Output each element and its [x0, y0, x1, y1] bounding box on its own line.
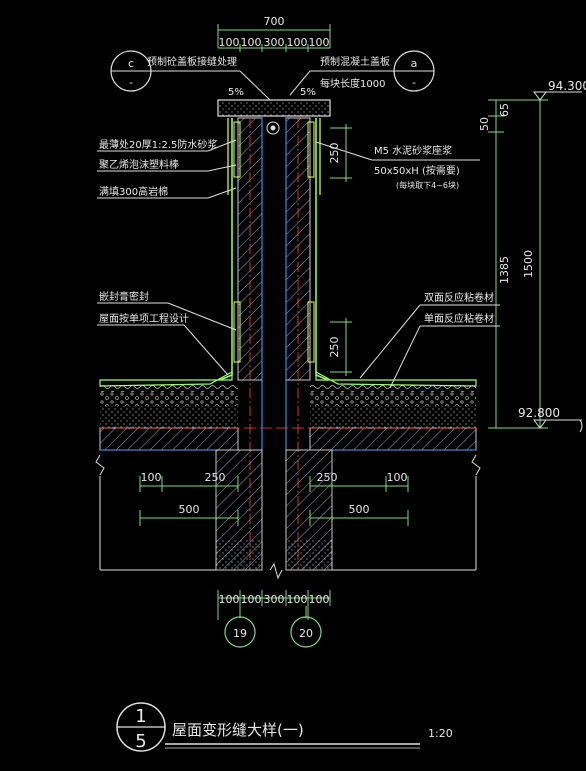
- dim-left-250: 250: [205, 471, 226, 484]
- dim-left-100: 100: [141, 471, 162, 484]
- label-foam-rod: 聚乙烯泡沫塑料棒: [99, 158, 179, 171]
- right-leaders: [315, 141, 500, 389]
- dim-top-300: 300: [264, 36, 285, 49]
- label-block-size: 50x50xH (按需要): [374, 164, 460, 177]
- cover-slab: 5% 5%: [217, 87, 331, 135]
- label-rock-wool: 满填300高岩棉: [99, 185, 168, 198]
- label-mortar-layer: 最薄处20厚1:2.5防水砂浆: [99, 138, 217, 151]
- dim-1385: 1385: [498, 256, 511, 284]
- label-m5-mortar: M5 水泥砂浆座浆: [374, 144, 452, 157]
- dim-bottom-300: 300: [264, 593, 285, 606]
- dim-bottom-100c: 100: [287, 593, 308, 606]
- dim-250-top: 250: [328, 143, 341, 164]
- dim-top-100d: 100: [309, 36, 330, 49]
- callout-right-letter: a: [411, 57, 418, 70]
- elevation-top: 94.300: [548, 79, 586, 93]
- detail-drawing: 700 100 100 300 100 100 c - a - 预制砼盖板接缝处…: [95, 15, 586, 752]
- left-leaders: [97, 139, 237, 376]
- dim-right-500: 500: [349, 503, 370, 516]
- dim-250-bottom: 250: [328, 337, 341, 358]
- dim-bottom-100b: 100: [241, 593, 262, 606]
- axis-19-label: 19: [233, 627, 247, 640]
- axis-20-label: 20: [299, 627, 313, 640]
- dim-top-100b: 100: [241, 36, 262, 49]
- dim-right-100: 100: [387, 471, 408, 484]
- slope-left: 5%: [228, 87, 244, 98]
- top-dimension: 700 100 100 300 100 100: [217, 15, 331, 52]
- elevation-dims: 50 65 1385 1500: [478, 91, 583, 433]
- title-number-bottom: 5: [135, 731, 146, 752]
- vertical-dim-250-top: 250: [328, 124, 352, 182]
- note-cover-joint: 预制砼盖板接缝处理: [147, 55, 237, 68]
- dim-left-500: 500: [179, 503, 200, 516]
- dim-top-100a: 100: [219, 36, 240, 49]
- dim-bottom-100a: 100: [219, 593, 240, 606]
- label-block-note: (每块取下4~6块): [396, 180, 459, 190]
- grid-axis-19: 19: [224, 606, 256, 648]
- title-text: 屋面变形缝大样(一): [172, 721, 304, 739]
- dim-700: 700: [264, 15, 285, 28]
- bottom-dimension: 100 100 300 100 100: [217, 590, 331, 620]
- callout-left-letter: c: [128, 57, 134, 70]
- slope-right: 5%: [300, 87, 316, 98]
- horizontal-dims-lower: [139, 476, 409, 526]
- vertical-dim-250-bottom: 250: [328, 318, 352, 376]
- dim-right-250: 250: [317, 471, 338, 484]
- note-precast-cover: 预制混凝土盖板: [320, 55, 390, 68]
- label-single-membrane: 单面反应粘卷材: [424, 312, 494, 325]
- callout-left-dash: -: [129, 76, 133, 89]
- elevation-bottom: 92.800: [518, 406, 560, 420]
- dim-50: 50: [478, 117, 491, 131]
- title-scale: 1:20: [428, 727, 453, 740]
- dim-top-100c: 100: [287, 36, 308, 49]
- label-double-membrane: 双面反应粘卷材: [424, 291, 494, 304]
- label-roof-design: 屋面按单项工程设计: [99, 312, 189, 325]
- callout-right-dash: -: [412, 76, 416, 89]
- dim-65: 65: [498, 103, 511, 117]
- label-sealant: 嵌封膏密封: [99, 290, 149, 303]
- grid-axis-20: 20: [290, 606, 322, 648]
- title-number-top: 1: [135, 706, 146, 727]
- lower-beams: [99, 449, 477, 580]
- note-block-length: 每块长度1000: [320, 77, 385, 90]
- dim-bottom-100d: 100: [309, 593, 330, 606]
- dim-1500: 1500: [522, 250, 535, 278]
